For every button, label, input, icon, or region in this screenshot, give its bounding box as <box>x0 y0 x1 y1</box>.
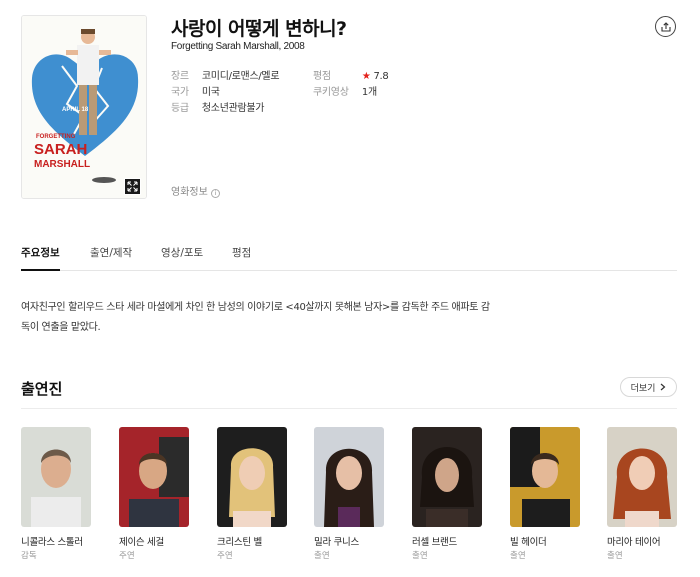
country-label: 국가 <box>171 87 189 98</box>
share-button[interactable] <box>655 16 676 37</box>
cast-name: 마리아 테이어 <box>607 537 661 548</box>
genre-value: 코미디/로맨스/멜로 <box>201 71 280 82</box>
cast-name: 밀라 쿠니스 <box>314 537 359 548</box>
poster-title-line-1: FORGETTING <box>36 134 76 140</box>
original-title-year: Forgetting Sarah Marshall, 2008 <box>171 41 305 52</box>
cast-card[interactable]: 마리아 테이어 출연 <box>607 427 677 561</box>
cast-role: 감독 <box>21 551 37 561</box>
expand-poster-button[interactable] <box>124 178 141 195</box>
cast-role: 출연 <box>314 551 330 561</box>
movie-poster[interactable]: FORGETTING SARAH MARSHALL APRIL 18 <box>21 15 147 199</box>
meta-genre: 장르 코미디/로맨스/멜로 <box>171 67 280 82</box>
cast-photo <box>412 427 482 527</box>
cast-photo <box>510 427 580 527</box>
cast-photo <box>314 427 384 527</box>
rating-value: 청소년관람불가 <box>201 103 265 114</box>
cast-name: 크리스틴 벨 <box>217 537 262 548</box>
cast-photo <box>119 427 189 527</box>
cast-role: 주연 <box>119 551 135 561</box>
cast-name: 빌 헤이더 <box>510 537 547 548</box>
page-title: 사랑이 어떻게 변하니? <box>171 18 347 40</box>
country-value: 미국 <box>201 87 220 98</box>
tab-main-info[interactable]: 주요정보 <box>21 244 60 271</box>
rating-label: 등급 <box>171 103 189 114</box>
poster-title-line-3: MARSHALL <box>34 159 90 170</box>
cookie-label: 쿠키영상 <box>313 87 349 98</box>
expand-icon <box>127 181 138 192</box>
poster-artwork: FORGETTING SARAH MARSHALL APRIL 18 <box>22 16 146 198</box>
cast-role: 출연 <box>412 551 428 561</box>
more-label: 더보기 <box>630 383 656 394</box>
movie-info-link[interactable]: 영화정보 i <box>171 183 220 198</box>
cast-card[interactable]: 니콜라스 스톨러 감독 <box>21 427 91 561</box>
cast-photo <box>217 427 287 527</box>
cast-name: 제이슨 세걸 <box>119 537 164 548</box>
cast-role: 출연 <box>510 551 526 561</box>
synopsis-text: 여자친구인 할리우드 스타 세라 마셜에게 차인 한 남성의 이야기로 <40살… <box>21 302 490 333</box>
score-label: 평점 <box>313 71 331 82</box>
genre-label: 장르 <box>171 71 189 82</box>
cast-role: 출연 <box>607 551 623 561</box>
movie-info-label: 영화정보 <box>171 187 208 198</box>
cast-name: 러셀 브랜드 <box>412 537 457 548</box>
poster-date: APRIL 18 <box>62 107 89 113</box>
cast-heading: 출연진 <box>21 380 63 398</box>
cast-card[interactable]: 밀라 쿠니스 출연 <box>314 427 384 561</box>
poster-title-line-2: SARAH <box>34 141 87 158</box>
cast-photo <box>21 427 91 527</box>
tab-video-photo[interactable]: 영상/포토 <box>161 244 203 271</box>
cast-card[interactable]: 빌 헤이더 출연 <box>510 427 580 561</box>
cast-name: 니콜라스 스톨러 <box>21 537 83 548</box>
cast-photo <box>607 427 677 527</box>
cookie-value: 1개 <box>361 87 377 98</box>
meta-score: 평점 ★ 7.8 <box>313 67 389 82</box>
more-cast-button[interactable]: 더보기 <box>620 377 677 397</box>
cast-role: 주연 <box>217 551 233 561</box>
info-icon: i <box>210 189 220 198</box>
cast-card[interactable]: 제이슨 세걸 주연 <box>119 427 189 561</box>
meta-country: 국가 미국 <box>171 83 220 98</box>
cast-card[interactable]: 러셀 브랜드 출연 <box>412 427 482 561</box>
tab-ratings[interactable]: 평점 <box>232 244 251 271</box>
share-icon <box>660 21 671 32</box>
cast-card[interactable]: 크리스틴 벨 주연 <box>217 427 287 561</box>
meta-cookie: 쿠키영상 1개 <box>313 83 377 98</box>
tab-cast-crew[interactable]: 출연/제작 <box>90 244 132 271</box>
meta-rating: 등급 청소년관람불가 <box>171 99 265 114</box>
section-divider <box>21 408 677 409</box>
chevron-right-icon <box>661 383 666 391</box>
score-value: 7.8 <box>373 71 389 82</box>
star-icon: ★ <box>361 71 371 82</box>
tab-bar: 주요정보 출연/제작 영상/포토 평점 <box>21 244 677 271</box>
